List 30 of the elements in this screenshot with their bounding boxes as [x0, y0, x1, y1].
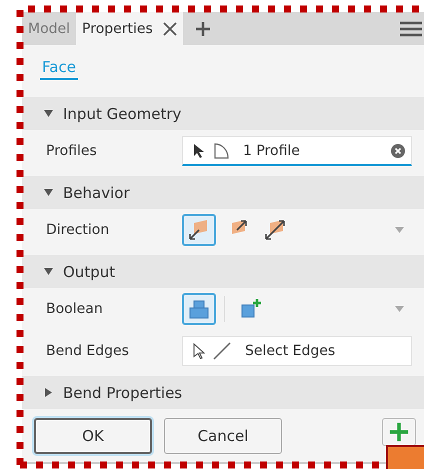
field-label: Boolean	[46, 301, 104, 317]
option-button[interactable]	[182, 293, 216, 325]
dialog-button[interactable]: OK	[34, 418, 152, 454]
direction-arrow-icon	[262, 217, 288, 243]
selection-field[interactable]: Select Edges	[182, 336, 412, 366]
section-header[interactable]: Output	[22, 255, 424, 288]
triangle-icon	[44, 109, 53, 118]
section-header[interactable]: Bend Properties	[22, 376, 424, 409]
triangle-icon	[44, 388, 53, 397]
profile-icon	[213, 142, 229, 158]
menu-icon[interactable]	[400, 20, 422, 36]
edge-icon	[213, 342, 231, 360]
cursor-icon	[193, 144, 205, 158]
triangle-icon	[44, 188, 53, 197]
add-tab-icon[interactable]	[194, 20, 211, 36]
triangle-icon	[44, 267, 53, 276]
clear-icon[interactable]	[391, 144, 405, 158]
panel-tab[interactable]: Properties	[76, 12, 183, 45]
section-header[interactable]: Behavior	[22, 176, 424, 209]
corner-marker	[386, 445, 424, 469]
option-button[interactable]	[182, 214, 216, 246]
field-label: Bend Edges	[46, 343, 130, 359]
section-header[interactable]: Input Geometry	[22, 97, 424, 130]
close-icon[interactable]	[162, 22, 177, 36]
field-label: Profiles	[46, 143, 98, 159]
cursor-icon	[193, 343, 205, 359]
dialog-button[interactable]: Cancel	[164, 418, 282, 454]
selection-field[interactable]: 1 Profile	[182, 136, 412, 166]
field-label: Direction	[46, 222, 110, 238]
plus-icon	[389, 422, 409, 442]
